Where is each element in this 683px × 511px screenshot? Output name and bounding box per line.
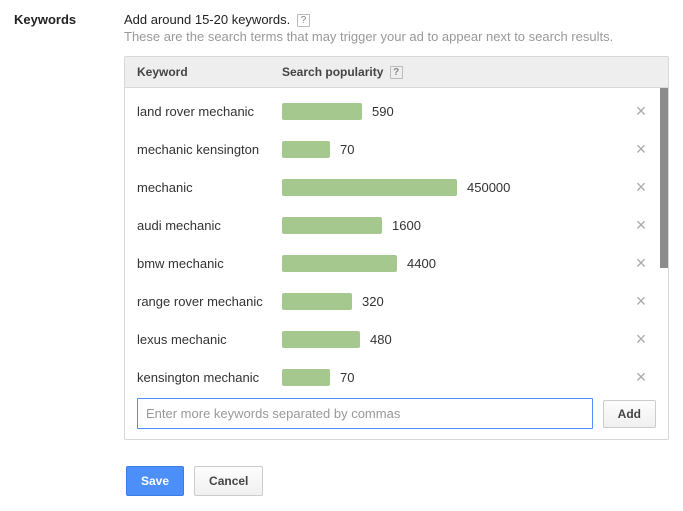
remove-icon[interactable]: × [626,292,656,310]
help-icon[interactable]: ? [297,14,310,27]
popularity-value: 590 [372,104,394,119]
remove-icon[interactable]: × [626,216,656,234]
keyword-row: mechanic 450000 × [125,168,668,206]
remove-icon[interactable]: × [626,102,656,120]
popularity-bar [282,255,397,272]
popularity-value: 4400 [407,256,436,271]
keyword-name: mechanic kensington [137,142,282,157]
header-keyword: Keyword [137,65,282,79]
section-label: Keywords [14,12,124,27]
popularity-value: 70 [340,370,354,385]
keyword-name: range rover mechanic [137,294,282,309]
popularity-bar-wrap: 1600 [282,217,626,234]
popularity-bar-wrap: 450000 [282,179,626,196]
keyword-row: bmw mechanic 4400 × [125,244,668,282]
panel-header: Keyword Search popularity ? [125,57,668,88]
instruction-text: Add around 15-20 keywords. ? [124,12,669,27]
popularity-bar [282,179,457,196]
remove-icon[interactable]: × [626,178,656,196]
popularity-bar-wrap: 70 [282,369,626,386]
popularity-bar-wrap: 590 [282,103,626,120]
remove-icon[interactable]: × [626,330,656,348]
keyword-row: lexus mechanic 480 × [125,320,668,358]
popularity-value: 480 [370,332,392,347]
instruction-subtext: These are the search terms that may trig… [124,29,669,44]
keyword-name: mechanic [137,180,282,195]
keyword-row: range rover mechanic 320 × [125,282,668,320]
footer-actions: Save Cancel [0,452,683,510]
keyword-row: land rover mechanic 590 × [125,92,668,130]
keyword-input[interactable] [137,398,593,429]
keyword-name: bmw mechanic [137,256,282,271]
keyword-name: land rover mechanic [137,104,282,119]
popularity-value: 320 [362,294,384,309]
keywords-panel: Keyword Search popularity ? land rover m… [124,56,669,440]
keyword-row: audi mechanic 1600 × [125,206,668,244]
remove-icon[interactable]: × [626,254,656,272]
popularity-bar [282,103,362,120]
popularity-value: 450000 [467,180,510,195]
popularity-bar [282,217,382,234]
add-button[interactable]: Add [603,400,656,428]
scrollbar[interactable] [660,88,668,388]
popularity-bar-wrap: 480 [282,331,626,348]
add-keyword-row: Add [125,388,668,439]
keyword-name: audi mechanic [137,218,282,233]
popularity-bar-wrap: 70 [282,141,626,158]
popularity-bar [282,331,360,348]
header-popularity-text: Search popularity [282,65,383,79]
header-popularity: Search popularity ? [282,65,656,79]
keyword-list: land rover mechanic590×mechanic kensingt… [125,88,668,388]
popularity-value: 1600 [392,218,421,233]
popularity-bar [282,369,330,386]
keyword-row: mechanic kensington 70 × [125,130,668,168]
popularity-bar [282,141,330,158]
keyword-name: lexus mechanic [137,332,282,347]
instruction-inner: Add around 15-20 keywords. [124,12,290,27]
cancel-button[interactable]: Cancel [194,466,263,496]
popularity-value: 70 [340,142,354,157]
help-icon[interactable]: ? [390,66,403,79]
popularity-bar-wrap: 320 [282,293,626,310]
scrollbar-thumb[interactable] [660,88,668,268]
remove-icon[interactable]: × [626,140,656,158]
save-button[interactable]: Save [126,466,184,496]
remove-icon[interactable]: × [626,368,656,386]
keyword-name: kensington mechanic [137,370,282,385]
popularity-bar-wrap: 4400 [282,255,626,272]
popularity-bar [282,293,352,310]
keyword-row: kensington mechanic 70 × [125,358,668,388]
